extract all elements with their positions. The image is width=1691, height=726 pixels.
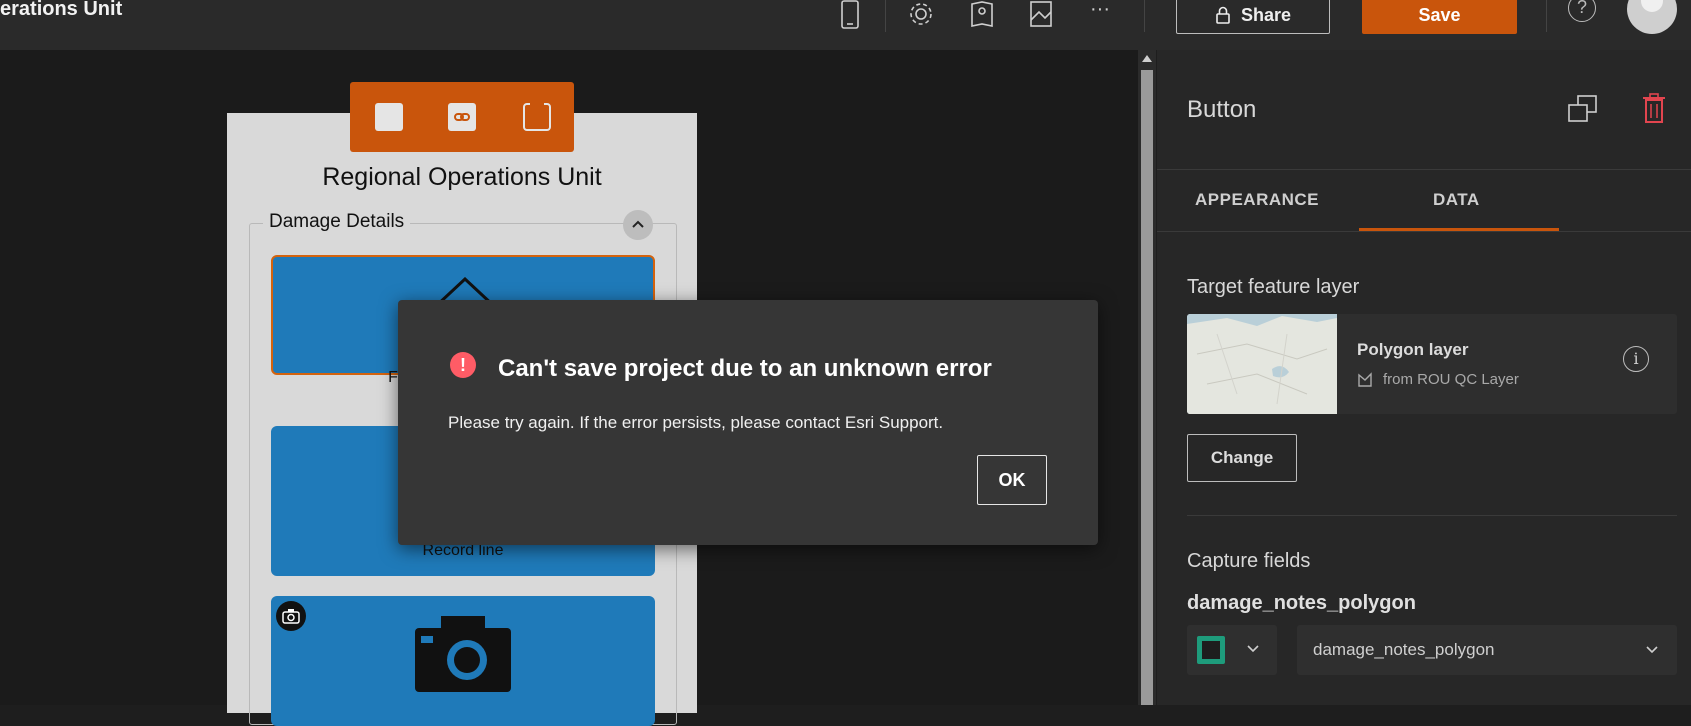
lock-icon: [1216, 6, 1230, 24]
toolbar-divider: [885, 0, 886, 32]
tab-data[interactable]: DATA: [1433, 190, 1480, 210]
app-title: erations Unit: [0, 0, 123, 20]
scroll-thumb[interactable]: [1141, 70, 1153, 705]
map-thumbnail: [1187, 314, 1337, 414]
layer-name: Polygon layer: [1357, 340, 1469, 359]
form-title: Regional Operations Unit: [322, 163, 602, 191]
more-options-icon[interactable]: ···: [1083, 0, 1117, 24]
frame-icon[interactable]: [522, 102, 552, 132]
map-pin-icon[interactable]: [965, 0, 999, 30]
layer-source-text: from ROU QC Layer: [1383, 371, 1519, 388]
canvas-scrollbar[interactable]: [1138, 50, 1156, 705]
ok-button[interactable]: OK: [977, 455, 1047, 505]
field-select-value: damage_notes_polygon: [1313, 640, 1495, 659]
capture-fields-heading: Capture fields: [1187, 550, 1311, 572]
field-icon-select[interactable]: [1187, 625, 1277, 675]
edit-icon: [1197, 636, 1225, 664]
button-style-icon[interactable]: [374, 102, 404, 132]
share-label: Share: [1240, 4, 1292, 25]
share-button[interactable]: Share: [1176, 0, 1330, 34]
target-layer-heading: Target feature layer: [1187, 276, 1360, 298]
field-name: damage_notes_polygon: [1187, 592, 1416, 614]
help-icon[interactable]: ?: [1568, 0, 1596, 22]
collapse-button[interactable]: [623, 210, 653, 240]
scroll-up-arrow-icon[interactable]: [1142, 55, 1152, 62]
camera-badge-icon: [276, 601, 306, 631]
properties-panel: Button APPEARANCE DATA Target feature la…: [1157, 50, 1691, 705]
gear-icon[interactable]: [904, 0, 938, 30]
chevron-down-icon: [1646, 646, 1658, 654]
dialog-message: Please try again. If the error persists,…: [448, 413, 944, 432]
layer-card[interactable]: Polygon layer from ROU QC Layer i: [1187, 314, 1677, 414]
element-toolbar: [350, 82, 574, 152]
toolbar-divider: [1546, 0, 1547, 32]
info-icon[interactable]: i: [1623, 346, 1649, 372]
toolbar-divider: [1144, 0, 1145, 32]
take-photo-button[interactable]: [271, 596, 655, 726]
tab-appearance[interactable]: APPEARANCE: [1195, 190, 1319, 210]
error-dialog: ! Can't save project due to an unknown e…: [398, 300, 1098, 545]
chevron-up-icon: [632, 220, 644, 228]
layer-source: from ROU QC Layer: [1357, 371, 1519, 388]
tabs-divider: [1157, 231, 1691, 232]
panel-divider: [1157, 169, 1691, 170]
section-divider: [1187, 515, 1677, 516]
group-label: Damage Details: [263, 211, 411, 233]
dialog-title: Can't save project due to an unknown err…: [498, 355, 992, 382]
avatar[interactable]: [1627, 0, 1677, 34]
phone-preview-icon[interactable]: [833, 0, 867, 30]
trash-icon[interactable]: [1641, 92, 1667, 124]
link-icon[interactable]: [447, 102, 477, 132]
change-layer-button[interactable]: Change: [1187, 434, 1297, 482]
panel-title: Button: [1187, 96, 1257, 123]
field-select[interactable]: damage_notes_polygon: [1297, 625, 1677, 675]
save-button[interactable]: Save: [1362, 0, 1517, 34]
top-bar: erations Unit ··· Share Save ?: [0, 0, 1691, 50]
map-layer-icon[interactable]: [1024, 0, 1058, 30]
duplicate-icon[interactable]: [1566, 94, 1600, 124]
camera-icon: [415, 616, 511, 692]
chevron-down-icon: [1247, 645, 1259, 653]
polygon-layer-icon: [1358, 371, 1372, 387]
error-icon: !: [450, 352, 476, 378]
